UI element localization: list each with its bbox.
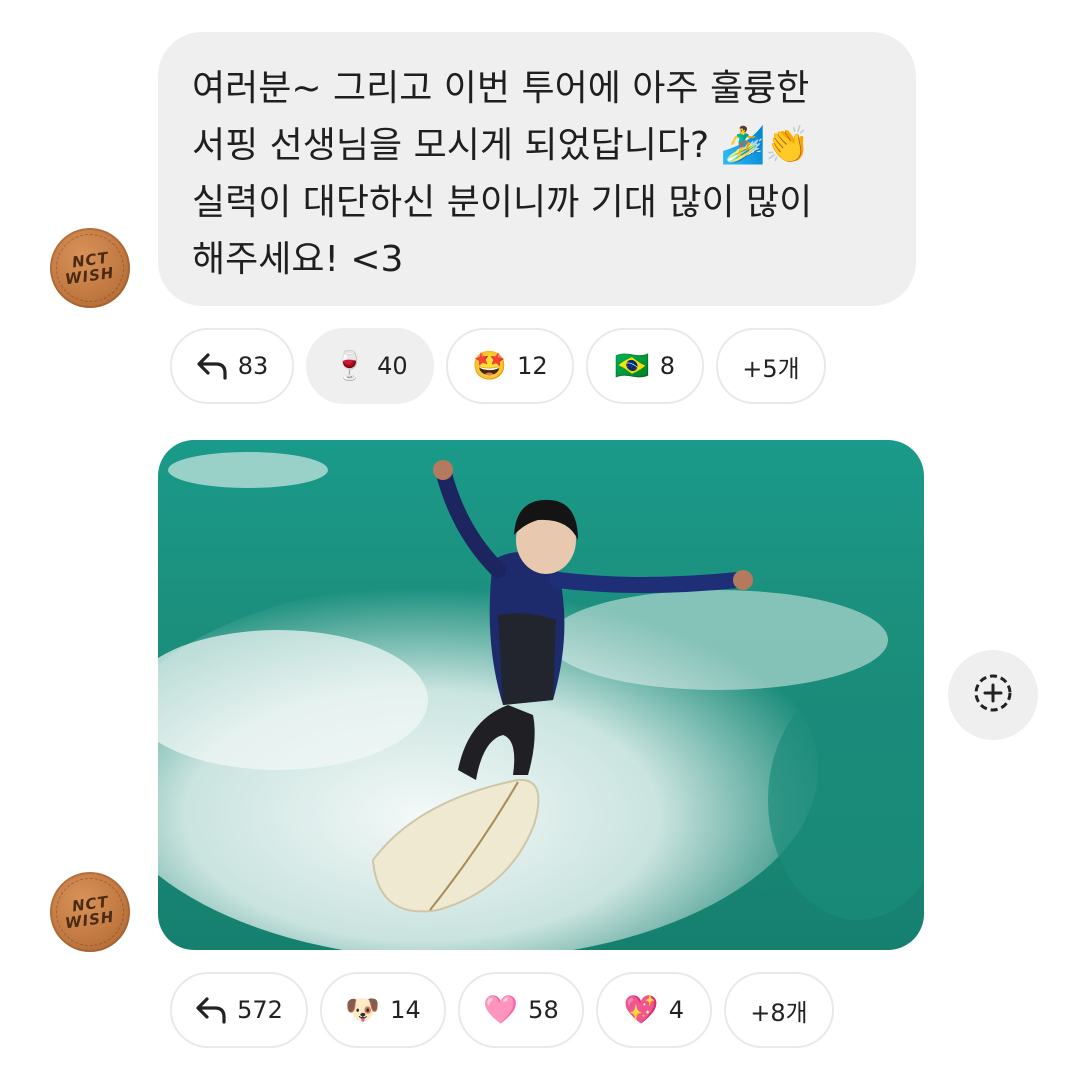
message-line: 해주세요! <3 <box>192 239 404 280</box>
avatar[interactable]: NCT WISH <box>50 228 130 308</box>
reply-count-chip[interactable]: 83 <box>170 328 294 404</box>
reply-count: 83 <box>237 352 269 380</box>
wine-glass-icon: 🍷 <box>332 349 368 382</box>
message-bubble[interactable]: 여러분~ 그리고 이번 투어에 아주 훌륭한 서핑 선생님을 모시게 되었답니다… <box>158 32 916 306</box>
reaction-chip[interactable]: 🩷 58 <box>458 972 584 1048</box>
reply-arrow-icon <box>195 996 227 1024</box>
reaction-count: 40 <box>377 352 408 380</box>
avatar[interactable]: NCT WISH <box>50 872 130 952</box>
reaction-count: 14 <box>390 996 421 1024</box>
more-reactions-count: +8개 <box>750 998 808 1027</box>
sparkling-heart-icon: 💖 <box>623 993 659 1026</box>
more-reactions-count: +5개 <box>742 354 800 383</box>
reaction-count: 4 <box>668 996 685 1024</box>
reaction-count: 12 <box>517 352 548 380</box>
reaction-bar: 572 🐶 14 🩷 58 💖 4 +8개 <box>170 972 834 1048</box>
reaction-bar: 83 🍷 40 🤩 12 🇧🇷 8 +5개 <box>170 328 826 404</box>
reaction-count: 8 <box>659 352 676 380</box>
reply-count: 572 <box>237 996 283 1024</box>
more-reactions-chip[interactable]: +8개 <box>724 972 834 1048</box>
message-line: 실력이 대단하신 분이니까 기대 많이 많이 <box>192 182 813 223</box>
surfer-photo[interactable] <box>158 440 924 950</box>
reaction-chip[interactable]: 🤩 12 <box>446 328 574 404</box>
surfer-image <box>158 440 924 950</box>
reaction-chip[interactable]: 🍷 40 <box>306 328 434 404</box>
reaction-chip[interactable]: 💖 4 <box>596 972 712 1048</box>
message-line: 서핑 선생님을 모시게 되었답니다? 🏄‍♂️👏 <box>192 125 811 166</box>
reaction-chip[interactable]: 🐶 14 <box>320 972 446 1048</box>
more-reactions-chip[interactable]: +5개 <box>716 328 826 404</box>
reply-count-chip[interactable]: 572 <box>170 972 308 1048</box>
reaction-count: 58 <box>528 996 559 1024</box>
add-reaction-icon <box>972 672 1014 718</box>
star-struck-icon: 🤩 <box>472 349 508 382</box>
reaction-chip[interactable]: 🇧🇷 8 <box>586 328 704 404</box>
message-line: 여러분~ 그리고 이번 투어에 아주 훌륭한 <box>192 68 810 109</box>
brazil-flag-icon: 🇧🇷 <box>614 349 650 382</box>
add-reaction-button[interactable] <box>948 650 1038 740</box>
dog-face-icon: 🐶 <box>345 993 381 1026</box>
reply-arrow-icon <box>196 352 228 380</box>
pink-heart-icon: 🩷 <box>483 993 519 1026</box>
